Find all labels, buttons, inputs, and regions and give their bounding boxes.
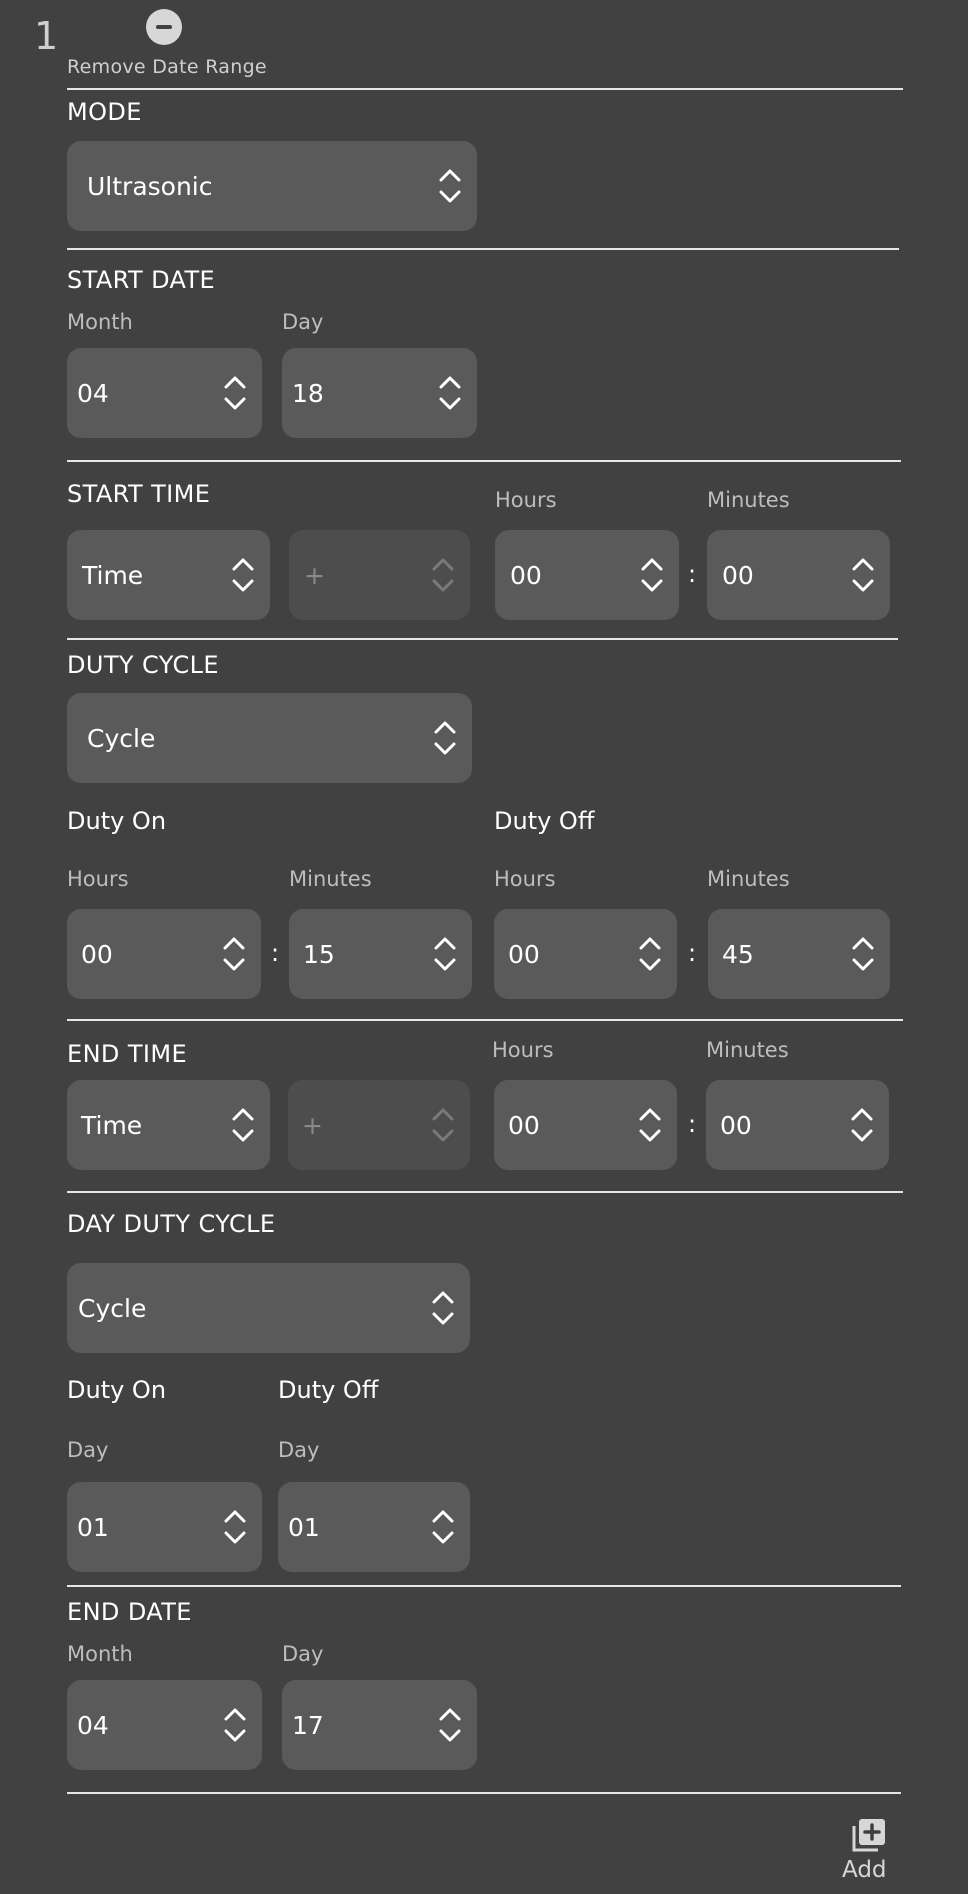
- time-separator: :: [688, 1110, 697, 1138]
- duty-on-minutes-select[interactable]: 15: [289, 909, 472, 999]
- divider: [67, 1191, 903, 1193]
- chevron-updown-icon: [439, 1708, 461, 1742]
- chevron-updown-icon: [852, 937, 874, 971]
- range-index: 1: [34, 14, 59, 58]
- day-duty-cycle-select[interactable]: Cycle: [67, 1263, 470, 1353]
- duty-off-title: Duty Off: [494, 807, 595, 835]
- start-date-month-label: Month: [67, 310, 133, 334]
- duty-cycle-title: DUTY CYCLE: [67, 651, 219, 679]
- day-duty-off-title: Duty Off: [278, 1376, 379, 1404]
- end-time-hours-label: Hours: [492, 1038, 554, 1062]
- add-date-range-icon[interactable]: [851, 1817, 887, 1853]
- chevron-updown-icon: [851, 1108, 873, 1142]
- remove-date-range-icon[interactable]: [146, 9, 182, 45]
- end-date-day-select[interactable]: 17: [282, 1680, 477, 1770]
- duty-off-hours-select[interactable]: 00: [494, 909, 677, 999]
- duty-cycle-value: Cycle: [87, 723, 156, 753]
- end-date-title: END DATE: [67, 1598, 192, 1626]
- chevron-updown-icon: [224, 376, 246, 410]
- chevron-updown-icon: [639, 1108, 661, 1142]
- start-time-offset-select: +: [289, 530, 470, 620]
- start-date-month-select[interactable]: 04: [67, 348, 262, 438]
- chevron-updown-icon: [439, 376, 461, 410]
- duty-on-hours-label: Hours: [67, 867, 129, 891]
- chevron-updown-icon: [439, 169, 461, 203]
- start-time-title: START TIME: [67, 480, 211, 508]
- day-duty-on-title: Duty On: [67, 1376, 167, 1404]
- duty-on-hours-select[interactable]: 00: [67, 909, 261, 999]
- chevron-updown-icon: [639, 937, 661, 971]
- day-duty-on-day-select[interactable]: 01: [67, 1482, 262, 1572]
- duty-on-title: Duty On: [67, 807, 167, 835]
- divider: [67, 248, 899, 250]
- start-date-day-label: Day: [282, 310, 324, 334]
- remove-date-range-label[interactable]: Remove Date Range: [67, 56, 267, 78]
- divider: [67, 88, 903, 90]
- chevron-updown-icon: [232, 558, 254, 592]
- chevron-updown-icon: [432, 558, 454, 592]
- chevron-updown-icon: [223, 937, 245, 971]
- duty-cycle-select[interactable]: Cycle: [67, 693, 472, 783]
- start-date-title: START DATE: [67, 266, 216, 294]
- chevron-updown-icon: [852, 558, 874, 592]
- add-label[interactable]: Add: [842, 1857, 887, 1883]
- day-duty-cycle-value: Cycle: [78, 1293, 147, 1323]
- end-date-day-label: Day: [282, 1642, 324, 1666]
- end-date-month-label: Month: [67, 1642, 133, 1666]
- start-time-type-select[interactable]: Time: [67, 530, 270, 620]
- time-separator: :: [271, 939, 280, 967]
- mode-value: Ultrasonic: [87, 171, 213, 201]
- end-date-month-select[interactable]: 04: [67, 1680, 262, 1770]
- mode-select[interactable]: Ultrasonic: [67, 141, 477, 231]
- start-date-day-select[interactable]: 18: [282, 348, 477, 438]
- day-duty-cycle-title: DAY DUTY CYCLE: [67, 1210, 276, 1238]
- mode-title: MODE: [67, 98, 142, 126]
- divider: [67, 1585, 901, 1587]
- chevron-updown-icon: [224, 1510, 246, 1544]
- chevron-updown-icon: [232, 1108, 254, 1142]
- end-time-minutes-label: Minutes: [706, 1038, 789, 1062]
- divider: [67, 460, 901, 462]
- divider: [67, 1792, 901, 1794]
- start-time-minutes-label: Minutes: [707, 488, 790, 512]
- end-time-offset-select: +: [288, 1080, 470, 1170]
- start-time-minutes-select[interactable]: 00: [707, 530, 890, 620]
- end-time-type-select[interactable]: Time: [67, 1080, 270, 1170]
- end-time-title: END TIME: [67, 1040, 188, 1068]
- chevron-updown-icon: [432, 1291, 454, 1325]
- day-duty-off-day-label: Day: [278, 1438, 320, 1462]
- duty-off-hours-label: Hours: [494, 867, 556, 891]
- duty-on-minutes-label: Minutes: [289, 867, 372, 891]
- duty-off-minutes-select[interactable]: 45: [708, 909, 890, 999]
- end-time-minutes-select[interactable]: 00: [706, 1080, 889, 1170]
- chevron-updown-icon: [641, 558, 663, 592]
- time-separator: :: [688, 939, 697, 967]
- chevron-updown-icon: [432, 1510, 454, 1544]
- start-time-hours-select[interactable]: 00: [495, 530, 679, 620]
- day-duty-on-day-label: Day: [67, 1438, 109, 1462]
- day-duty-off-day-select[interactable]: 01: [278, 1482, 470, 1572]
- divider: [67, 1019, 903, 1021]
- chevron-updown-icon: [434, 937, 456, 971]
- divider: [67, 638, 898, 640]
- end-time-hours-select[interactable]: 00: [494, 1080, 677, 1170]
- start-time-hours-label: Hours: [495, 488, 557, 512]
- chevron-updown-icon: [432, 1108, 454, 1142]
- chevron-updown-icon: [434, 721, 456, 755]
- chevron-updown-icon: [224, 1708, 246, 1742]
- duty-off-minutes-label: Minutes: [707, 867, 790, 891]
- time-separator: :: [688, 560, 697, 588]
